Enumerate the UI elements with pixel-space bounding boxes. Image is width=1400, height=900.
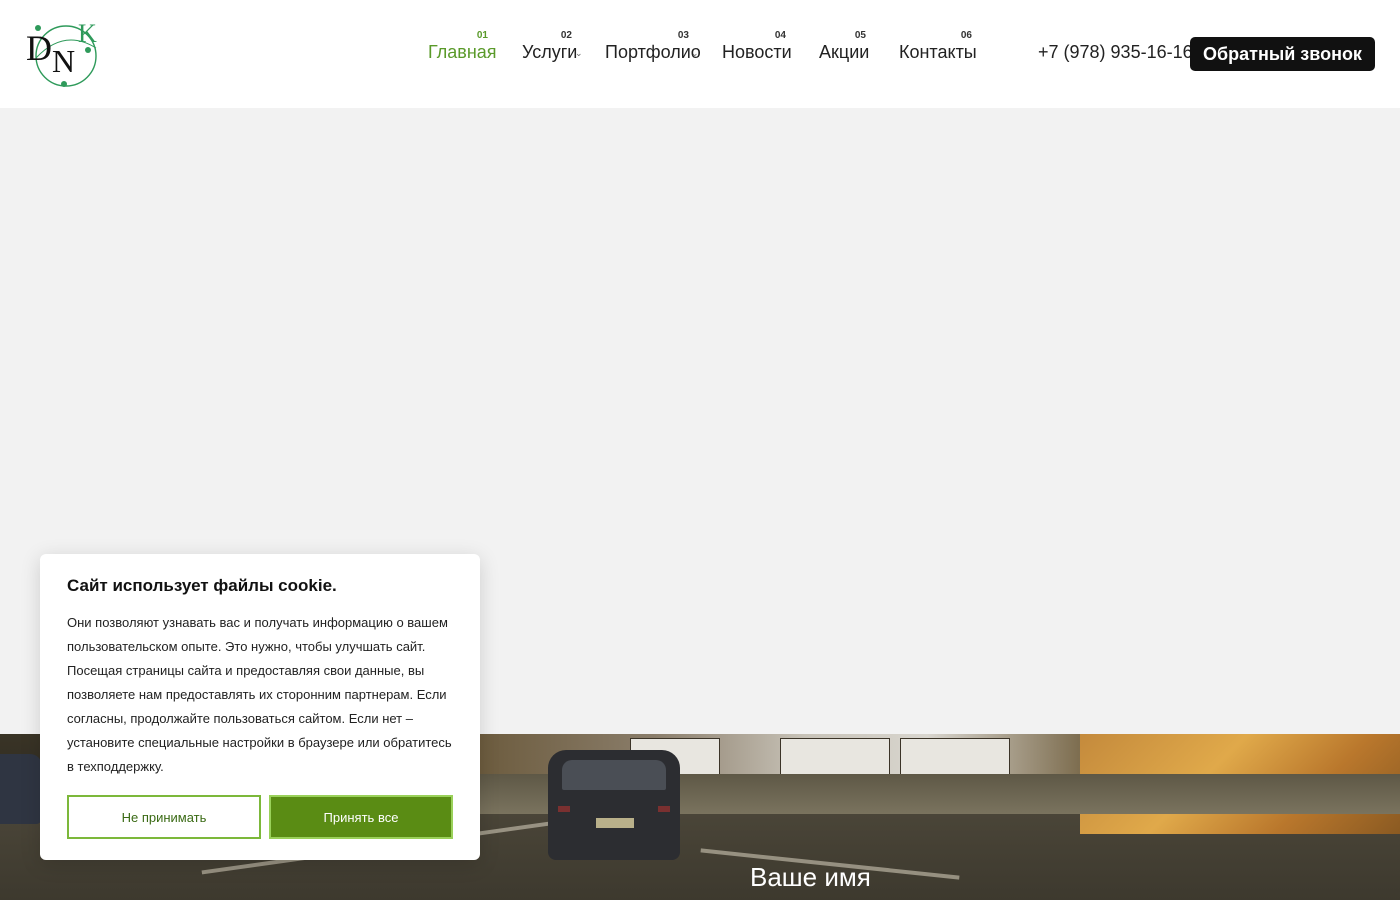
nav-label: Акции: [819, 42, 870, 62]
nav-number: 02: [560, 30, 572, 41]
shop-window: [900, 738, 1010, 776]
callback-button[interactable]: Обратный звонок: [1190, 37, 1375, 71]
nav-number: 05: [854, 30, 866, 41]
dnk-logo[interactable]: D N K: [24, 18, 106, 88]
nav-number: 03: [677, 30, 689, 41]
svg-text:D: D: [26, 28, 52, 68]
nav-number: 06: [960, 30, 972, 41]
parked-car: [0, 754, 42, 824]
cookie-text: Они позволяют узнавать вас и получать ин…: [67, 615, 452, 774]
car-window: [562, 760, 666, 790]
nav-item-promotions[interactable]: 05 Акции: [819, 26, 870, 70]
nav-label: Услуги: [522, 42, 578, 62]
nav-number: 01: [476, 30, 488, 41]
nav-label: Портфолио: [605, 42, 701, 62]
svg-text:N: N: [52, 43, 75, 79]
cookie-consent-popup: Сайт использует файлы cookie. Они позвол…: [40, 554, 480, 860]
nav-item-news[interactable]: 04 Новости: [722, 26, 792, 70]
name-field-label: Ваше имя: [750, 862, 871, 892]
accept-cookies-button[interactable]: Принять все: [269, 795, 453, 839]
nav-label: Главная: [428, 42, 497, 62]
nav-item-services[interactable]: 02 Услуги ⌄: [522, 26, 583, 70]
phone-link[interactable]: +7 (978) 935-16-16: [1038, 42, 1193, 63]
parked-car: [548, 750, 680, 860]
chevron-down-icon[interactable]: ⌄: [575, 48, 583, 59]
nav-item-home[interactable]: 01 Главная: [428, 26, 497, 70]
shop-window: [780, 738, 890, 776]
cookie-title: Сайт использует файлы cookie.: [67, 576, 337, 595]
nav-number: 04: [774, 30, 786, 41]
nav-label: Контакты: [899, 42, 977, 62]
license-plate: [596, 818, 634, 828]
nav-item-portfolio[interactable]: 03 Портфолио ⌄: [605, 26, 701, 70]
decline-cookies-button[interactable]: Не принимать: [67, 795, 261, 839]
car-light: [558, 806, 570, 812]
car-light: [658, 806, 670, 812]
nav-item-contacts[interactable]: 06 Контакты: [899, 26, 977, 70]
nav-label: Новости: [722, 42, 792, 62]
chevron-down-icon[interactable]: ⌄: [691, 48, 699, 59]
svg-text:K: K: [78, 19, 97, 48]
site-header: D N K 01 Главная 02 Услуги ⌄ 03 Портфоли…: [0, 0, 1400, 108]
